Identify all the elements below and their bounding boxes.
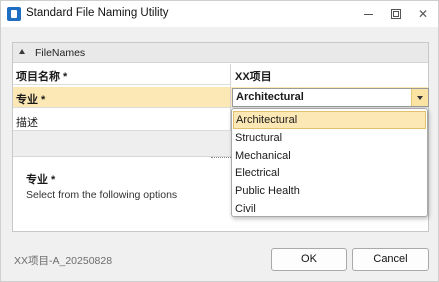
dropdown-option[interactable]: Structural (233, 129, 426, 147)
group-label: FileNames (35, 47, 86, 59)
group-header-filenames[interactable]: FileNames (13, 43, 428, 63)
dropdown-option[interactable]: Mechanical (233, 147, 426, 165)
dialog-window: Standard File Naming Utility ✕ FileNames… (0, 0, 439, 282)
minimize-icon[interactable] (358, 4, 380, 24)
property-label: 专业 * (16, 94, 46, 106)
dropdown-option[interactable]: Public Health (233, 182, 426, 200)
chevron-up-icon[interactable] (19, 49, 25, 54)
dropdown-option[interactable]: Architectural (233, 111, 426, 129)
filename-preview: XX项目-A_20250828 (14, 255, 113, 267)
discipline-dropdown-list[interactable]: Architectural Structural Mechanical Elec… (231, 108, 428, 217)
property-row-project-name: 项目名称 * XX项目 (13, 64, 428, 85)
dropdown-option[interactable]: Electrical (233, 164, 426, 182)
title-bar: Standard File Naming Utility ✕ (1, 1, 438, 27)
property-label: 项目名称 * (16, 71, 68, 83)
description-text: Select from the following options (26, 189, 178, 201)
project-name-field[interactable]: XX项目 (231, 64, 428, 85)
maximize-icon[interactable] (385, 4, 407, 24)
app-icon (7, 7, 21, 21)
chevron-down-icon (417, 96, 423, 100)
ok-button[interactable]: OK (271, 248, 347, 271)
dropdown-option[interactable]: Civil (233, 200, 426, 216)
combobox-value: Architectural (236, 91, 304, 103)
description-title: 专业 * (26, 174, 56, 186)
dropdown-button[interactable] (411, 89, 428, 106)
window-title: Standard File Naming Utility (26, 7, 169, 19)
cancel-button[interactable]: Cancel (352, 248, 429, 271)
discipline-combobox[interactable]: Architectural (232, 88, 429, 107)
property-label: 描述 (16, 117, 38, 129)
property-row-discipline: 专业 * Architectural (13, 87, 429, 108)
property-value: XX项目 (235, 71, 272, 83)
close-icon[interactable]: ✕ (412, 4, 434, 24)
